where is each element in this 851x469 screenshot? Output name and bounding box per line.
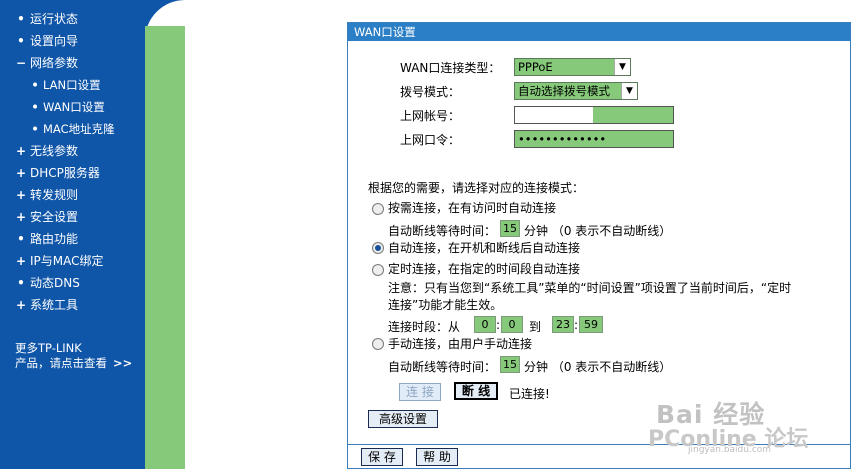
sidebar-item-label: 系统工具 (30, 298, 79, 312)
option-auto-label: 自动连接，在开机和断线后自动连接 (388, 241, 581, 255)
expand-icon: + (16, 144, 27, 158)
option-manual-label: 手动连接，由用户手动连接 (388, 337, 533, 351)
idle-time-input-1[interactable]: 15 (500, 220, 520, 237)
sidebar-item[interactable]: • MAC地址克隆 (0, 118, 145, 140)
period-label: 连接时段：从 (388, 320, 461, 334)
chevron-down-icon: ▼ (614, 59, 630, 75)
sidebar-item[interactable]: + DHCP服务器 (0, 162, 145, 184)
radio-timed-connect[interactable] (372, 264, 384, 276)
sidebar-item[interactable]: + IP与MAC绑定 (0, 250, 145, 272)
period-from-hour-input[interactable]: 0 (474, 316, 496, 333)
idle-time-label-2: 自动断线等待时间： (388, 360, 497, 374)
expand-icon: + (16, 210, 27, 224)
timed-note-line2: 连接”功能才能生效。 (388, 298, 503, 312)
expand-icon: + (16, 188, 27, 202)
wan-type-label: WAN口连接类型： (400, 61, 501, 75)
bullet-icon: • (17, 12, 25, 26)
sidebar-item[interactable]: • 路由功能 (0, 228, 145, 250)
sidebar-item-label: IP与MAC绑定 (30, 254, 104, 268)
bullet-icon: • (17, 34, 25, 48)
disconnect-button[interactable]: 断 线 (454, 382, 498, 400)
period-from-minute-input[interactable]: 0 (501, 316, 523, 333)
sidebar-item[interactable]: • WAN口设置 (0, 96, 145, 118)
radio-auto-connect[interactable] (372, 242, 384, 254)
more-products-line2: 产品，请点击查看 (15, 356, 107, 370)
idle-time-unit-1: 分钟 （0 表示不自动断线） (524, 224, 672, 238)
sidebar-item-label: LAN口设置 (43, 78, 101, 92)
help-button[interactable]: 帮 助 (416, 448, 458, 466)
period-colon-2: : (574, 318, 579, 332)
idle-time-input-2[interactable]: 15 (500, 356, 520, 373)
panel-footer: 保 存 帮 助 (348, 444, 850, 468)
sidebar-item-label: 运行状态 (30, 12, 79, 26)
sidebar-item[interactable]: − 网络参数 (0, 52, 145, 74)
bullet-icon: • (17, 232, 25, 246)
sidebar-item[interactable]: • LAN口设置 (0, 74, 145, 96)
password-input[interactable]: ••••••••••••• (514, 130, 674, 148)
radio-on-demand[interactable] (372, 203, 384, 215)
period-to-minute-input[interactable]: 59 (579, 316, 603, 333)
account-input[interactable] (514, 106, 674, 124)
bullet-icon: • (31, 122, 39, 136)
sidebar-item-label: 转发规则 (30, 188, 79, 202)
sidebar-item[interactable]: • 运行状态 (0, 8, 145, 30)
sidebar-curve-decoration (145, 0, 185, 26)
sidebar-item-label: 动态DNS (30, 276, 80, 290)
wan-settings-panel: WAN口设置 WAN口连接类型： PPPoE ▼ 拨号模式： 自动选择拨号模式 … (347, 22, 851, 469)
sidebar-item-label: 路由功能 (30, 232, 79, 246)
sidebar-item-label: 无线参数 (30, 144, 79, 158)
wan-type-select[interactable]: PPPoE ▼ (514, 58, 631, 76)
dial-mode-value: 自动选择拨号模式 (518, 84, 610, 98)
sidebar-item-label: 安全设置 (30, 210, 79, 224)
radio-manual-connect[interactable] (372, 338, 384, 350)
sidebar: • 运行状态 • 设置向导 − 网络参数 • LAN口设置 • WAN口设置 • MAC地址克隆 + 无线… (0, 0, 145, 469)
bullet-icon: • (31, 78, 39, 92)
sidebar-item-label: MAC地址克隆 (43, 122, 115, 136)
bullet-icon: • (17, 276, 25, 290)
connect-button[interactable]: 连 接 (399, 383, 441, 401)
save-button[interactable]: 保 存 (361, 448, 403, 466)
period-to-hour-input[interactable]: 23 (552, 316, 574, 333)
expand-icon: + (16, 298, 27, 312)
sidebar-item[interactable]: + 无线参数 (0, 140, 145, 162)
period-colon-1: : (496, 318, 501, 332)
timed-note-line1: 注意：只有当您到“系统工具”菜单的“时间设置”项设置了当前时间后，“定时 (388, 281, 792, 295)
idle-time-unit-2: 分钟 （0 表示不自动断线） (524, 360, 672, 374)
sidebar-item-label: 设置向导 (30, 34, 79, 48)
more-products-line1: 更多TP-LINK (15, 341, 82, 355)
option-timed-label: 定时连接，在指定的时间段自动连接 (388, 262, 581, 276)
period-to-label: 到 (529, 320, 542, 334)
wan-type-value: PPPoE (518, 60, 553, 74)
expand-icon: + (16, 166, 27, 180)
expand-icon: + (16, 254, 27, 268)
account-label: 上网帐号： (400, 109, 461, 123)
password-label: 上网口令： (400, 133, 461, 147)
chevron-right-icon: >> (113, 356, 133, 370)
advanced-settings-button[interactable]: 高级设置 (368, 410, 438, 428)
sidebar-item-label: DHCP服务器 (30, 166, 100, 180)
chevron-down-icon: ▼ (621, 83, 637, 99)
green-divider-strip (145, 26, 185, 469)
sidebar-item-label: WAN口设置 (43, 100, 105, 114)
mode-prompt: 根据您的需要，请选择对应的连接模式： (368, 181, 585, 195)
sidebar-item[interactable]: • 设置向导 (0, 30, 145, 52)
more-products-link[interactable]: 更多TP-LINK 产品，请点击查看 >> (15, 341, 143, 371)
panel-title: WAN口设置 (348, 23, 850, 41)
sidebar-item[interactable]: • 动态DNS (0, 272, 145, 294)
sidebar-item[interactable]: + 安全设置 (0, 206, 145, 228)
option-on-demand-label: 按需连接，在有访问时自动连接 (388, 201, 557, 215)
bullet-icon: • (31, 100, 39, 114)
sidebar-item-label: 网络参数 (30, 56, 79, 70)
dial-mode-select[interactable]: 自动选择拨号模式 ▼ (514, 82, 638, 100)
idle-time-label-1: 自动断线等待时间： (388, 224, 497, 238)
collapse-icon: − (16, 56, 27, 70)
sidebar-item[interactable]: + 系统工具 (0, 294, 145, 316)
dial-mode-label: 拨号模式： (400, 85, 461, 99)
connection-status: 已连接! (509, 387, 550, 401)
sidebar-item[interactable]: + 转发规则 (0, 184, 145, 206)
sidebar-nav: • 运行状态 • 设置向导 − 网络参数 • LAN口设置 • WAN口设置 • MAC地址克隆 + 无线… (0, 8, 145, 316)
